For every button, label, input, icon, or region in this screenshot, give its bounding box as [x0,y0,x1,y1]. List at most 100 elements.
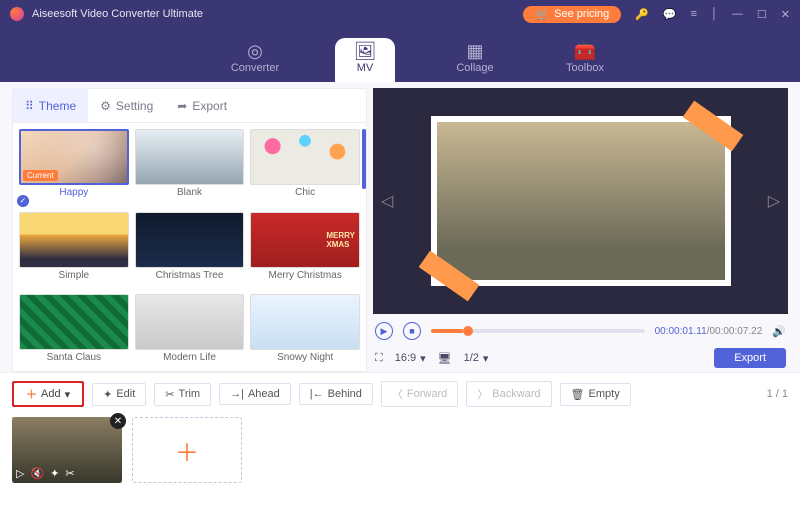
theme-blank[interactable]: Blank [135,129,245,206]
theme-label: Christmas Tree [135,270,245,281]
empty-button[interactable]: 🗑Empty [560,383,631,406]
preview-frame [431,116,731,286]
theme-snowy-night[interactable]: Snowy Night [250,294,360,371]
export-button[interactable]: Export [714,348,786,368]
see-pricing-button[interactable]: 🛒 See pricing [523,6,621,23]
ahead-label: Ahead [248,388,280,400]
right-panel: ◁ ▷ ▶ ■ 00:00:01.11/00:00:07.22 🔊 ⛶ 16:9… [369,82,800,372]
play-icon[interactable]: ▷ [16,467,24,480]
nav-mv-label: MV [357,62,374,74]
toolbox-icon: 🧰 [574,42,596,60]
nav-collage[interactable]: ▦ Collage [445,38,505,82]
theme-simple[interactable]: Simple [19,212,129,289]
tab-theme-label: Theme [39,99,76,113]
star-icon: ✦ [103,388,112,401]
trim-icon[interactable]: ✂ [65,467,74,480]
page-counter: 1 / 1 [767,388,788,400]
add-label: Add [41,388,61,400]
chevron-down-icon: ▾ [420,352,426,365]
time-total: 00:00:07.22 [709,326,762,337]
trim-button[interactable]: ✂Trim [154,383,211,406]
tab-setting[interactable]: ⚙ Setting [88,89,165,122]
forward-button[interactable]: 〈Forward [381,381,458,407]
nav-mv[interactable]: 🖼 MV [335,38,395,82]
scale-select[interactable]: 1/2 ▾ [464,352,489,365]
forward-label: Forward [407,388,447,400]
theme-santa-claus[interactable]: Santa Claus [19,294,129,371]
theme-label: Modern Life [135,352,245,363]
app-title: Aiseesoft Video Converter Ultimate [32,8,203,20]
pricing-label: See pricing [554,8,609,20]
time-current: 00:00:01.11 [655,326,707,337]
clip-item[interactable]: ✕ ▷ 🔇 ✦ ✂ [12,417,122,483]
key-icon[interactable]: 🔑 [635,8,649,21]
add-button[interactable]: ＋Add▾ [12,381,84,407]
tab-export[interactable]: ➦ Export [165,89,239,122]
theme-icon: ⠿ [25,99,34,113]
menu-icon[interactable]: ≡ [691,8,697,21]
theme-label: Snowy Night [250,352,360,363]
merry-text: MERRY XMAS [326,231,355,249]
feedback-icon[interactable]: 💬 [663,8,677,21]
scissors-icon: ✂ [165,388,174,401]
converter-icon: ◎ [247,42,263,60]
nav-converter-label: Converter [231,62,279,74]
aspect-value: 16:9 [395,352,416,364]
theme-label: Simple [19,270,129,281]
nav-collage-label: Collage [456,62,493,74]
ahead-button[interactable]: →| Ahead [219,383,291,405]
theme-label: Santa Claus [19,352,129,363]
divider: │ [711,8,718,21]
scale-value: 1/2 [464,352,479,364]
close-icon[interactable]: ✕ [781,8,790,21]
progress-bar[interactable] [431,329,645,333]
theme-merry-christmas[interactable]: MERRY XMAS Merry Christmas [250,212,360,289]
export-icon: ➦ [177,99,187,113]
app-logo [10,7,24,21]
theme-modern-life[interactable]: Modern Life [135,294,245,371]
theme-label: Blank [135,187,245,198]
clip-toolbar: ＋Add▾ ✦Edit ✂Trim →|Ahead |←Behind 〈Forw… [0,372,800,413]
stop-button[interactable]: ■ [403,322,421,340]
theme-happy[interactable]: Current ✓ Happy [19,129,129,206]
add-clip-slot[interactable]: ＋ [132,417,242,483]
remove-clip-button[interactable]: ✕ [110,413,126,429]
mv-icon: 🖼 [354,42,377,60]
tape-decoration [418,251,479,302]
mute-icon[interactable]: 🔇 [30,467,44,480]
edit-button[interactable]: ✦Edit [92,383,146,406]
backward-button[interactable]: 〉Backward [466,381,551,407]
maximize-icon[interactable]: ☐ [757,8,767,21]
minimize-icon[interactable]: — [732,8,743,21]
aspect-select[interactable]: 16:9 ▾ [395,352,426,365]
trash-icon: 🗑 [571,388,585,401]
theme-label: Happy [19,187,129,198]
behind-button[interactable]: |←Behind [299,383,373,405]
nav-toolbox[interactable]: 🧰 Toolbox [555,38,615,82]
behind-label: Behind [328,388,362,400]
nav-converter[interactable]: ◎ Converter [225,38,285,82]
ahead-icon: →| [230,388,244,400]
play-button[interactable]: ▶ [375,322,393,340]
window-controls: 🔑 💬 ≡ │ — ☐ ✕ [635,8,790,21]
tab-setting-label: Setting [116,99,153,113]
edit-icon[interactable]: ✦ [50,467,59,480]
theme-label: Merry Christmas [250,270,360,281]
chevron-down-icon: ▾ [65,388,71,401]
preview-area[interactable]: ◁ ▷ [373,88,788,314]
backward-icon: 〉 [477,386,488,402]
theme-chic[interactable]: Chic [250,129,360,206]
chevron-right-icon[interactable]: ▷ [768,191,780,211]
player-controls: ▶ ■ 00:00:01.11/00:00:07.22 🔊 [373,314,788,346]
current-tag: Current [23,170,58,181]
top-nav: ◎ Converter 🖼 MV ▦ Collage 🧰 Toolbox [0,28,800,82]
plus-icon: ＋ [175,433,199,468]
aspect-icon: ⛶ [375,352,383,365]
theme-christmas-tree[interactable]: Christmas Tree [135,212,245,289]
chevron-left-icon[interactable]: ◁ [381,191,393,211]
chevron-down-icon: ▾ [483,352,489,365]
scrollbar[interactable] [362,129,366,189]
left-tabs: ⠿ Theme ⚙ Setting ➦ Export [13,89,366,123]
tab-theme[interactable]: ⠿ Theme [13,89,88,122]
volume-icon[interactable]: 🔊 [772,325,786,338]
